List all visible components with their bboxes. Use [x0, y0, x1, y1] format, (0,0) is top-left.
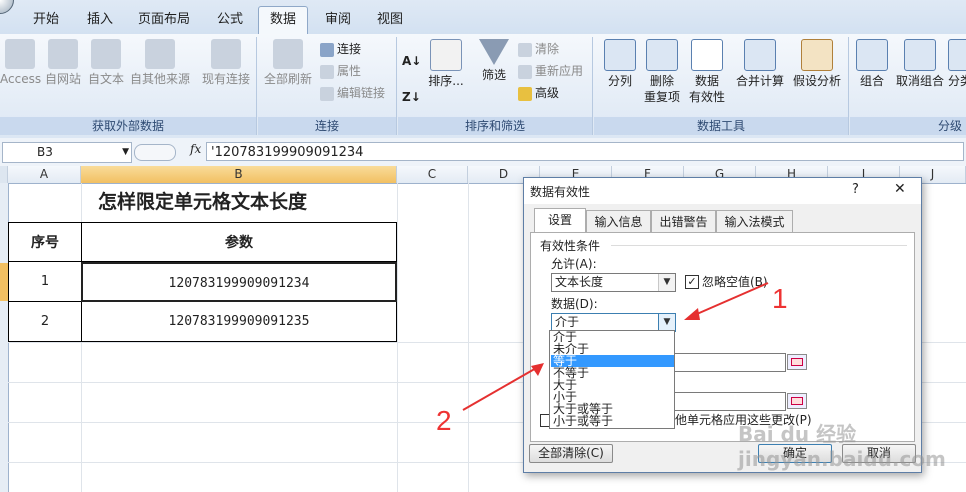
arrow-1-line: [689, 282, 769, 318]
annotation-number-1: 1: [772, 283, 788, 314]
annotation-number-2: 2: [436, 405, 452, 436]
arrow-1-head: [684, 308, 700, 320]
arrow-2-line: [462, 366, 539, 411]
watermark: Bai du 经验 jingyan.baidu.com: [738, 422, 946, 471]
